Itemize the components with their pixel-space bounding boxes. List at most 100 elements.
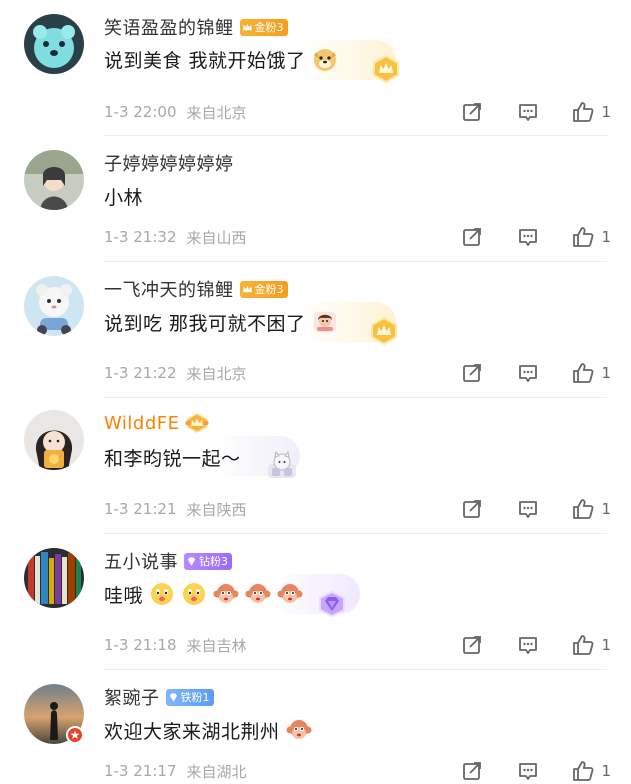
- username[interactable]: WilddFE: [104, 413, 179, 434]
- repost-button[interactable]: [459, 99, 485, 125]
- like-button[interactable]: 1: [571, 361, 611, 385]
- comment-icon: [519, 501, 538, 518]
- comment-button[interactable]: [515, 496, 541, 522]
- comment-location: 来自湖北: [186, 762, 247, 781]
- comment-item: 五小说事 钻粉3 哇哦 1-3 21:18 来自吉林 1: [0, 534, 631, 670]
- comment-time: 1-3 21:21: [104, 500, 177, 518]
- username[interactable]: 子婷婷婷婷婷婷: [104, 150, 234, 176]
- comment-time: 1-3 21:18: [104, 636, 177, 654]
- fan-badge-label: 金粉3: [254, 20, 284, 34]
- like-count: 1: [601, 364, 611, 382]
- crown-medal-icon: [373, 54, 399, 84]
- comment-time: 1-3 21:22: [104, 364, 177, 382]
- comment-text: 和李昀锐一起～: [104, 447, 241, 470]
- repost-icon: [463, 762, 482, 780]
- comment-list: 笑语盈盈的锦鲤 金粉3 说到美食 我就开始饿了 1-3 22:00 来自北京 1: [0, 0, 631, 784]
- thumbs-up-icon: [573, 761, 594, 781]
- cat-sticker-icon: [268, 450, 296, 478]
- avatar[interactable]: [24, 684, 84, 744]
- like-count: 1: [601, 636, 611, 654]
- crown-icon: [242, 285, 252, 292]
- comment-icon: [519, 365, 538, 382]
- diamond-icon: [169, 692, 177, 702]
- doge-emoji: [313, 49, 336, 71]
- like-button[interactable]: 1: [571, 497, 611, 521]
- monkey-emoji: [286, 720, 312, 739]
- thumbs-up-icon: [573, 102, 594, 122]
- comment-time: 1-3 21:17: [104, 762, 177, 780]
- thumbs-up-icon: [573, 227, 594, 247]
- avatar[interactable]: [24, 14, 84, 74]
- like-count: 1: [601, 103, 611, 121]
- avatar[interactable]: [24, 150, 84, 210]
- fan-badge[interactable]: 钻粉3: [184, 552, 232, 570]
- vip-crown-badge-icon[interactable]: [185, 412, 209, 434]
- like-count: 1: [601, 762, 611, 780]
- like-button[interactable]: 1: [571, 225, 611, 249]
- sticker-emoji: [313, 312, 336, 332]
- fan-badge-label: 钻粉3: [199, 554, 228, 568]
- comment-location: 来自陕西: [186, 500, 247, 519]
- comment-time: 1-3 22:00: [104, 103, 177, 121]
- comment-button[interactable]: [515, 632, 541, 658]
- crown-icon: [242, 23, 252, 30]
- repost-icon: [463, 103, 482, 121]
- monkey-emoji: [245, 584, 271, 603]
- username[interactable]: 五小说事: [104, 548, 178, 574]
- repost-button[interactable]: [459, 224, 485, 250]
- repost-icon: [463, 636, 482, 654]
- drool-emoji: [151, 583, 174, 605]
- monkey-emoji: [277, 584, 303, 603]
- like-count: 1: [601, 500, 611, 518]
- username[interactable]: 絮豌子: [104, 684, 160, 710]
- comment-button[interactable]: [515, 758, 541, 784]
- thumbs-up-icon: [573, 635, 594, 655]
- fan-badge[interactable]: 金粉3: [239, 280, 288, 298]
- username[interactable]: 笑语盈盈的锦鲤: [104, 14, 234, 40]
- diamond-medal-icon: [319, 590, 345, 618]
- avatar[interactable]: [24, 410, 84, 470]
- comment-location: 来自吉林: [186, 636, 247, 655]
- like-button[interactable]: 1: [571, 759, 611, 783]
- fan-badge[interactable]: 铁粉1: [165, 688, 214, 706]
- repost-icon: [463, 228, 482, 246]
- comment-item: WilddFE 和李昀锐一起～ 1-3 21:21 来自陕西 1: [0, 398, 631, 534]
- comment-location: 来自山西: [186, 228, 247, 247]
- like-button[interactable]: 1: [571, 100, 611, 124]
- fan-badge-label: 金粉3: [254, 282, 284, 296]
- comment-icon: [519, 763, 538, 780]
- comment-text: 说到美食 我就开始饿了: [104, 49, 306, 72]
- repost-button[interactable]: [459, 632, 485, 658]
- comment-text: 欢迎大家来湖北荆州: [104, 720, 280, 743]
- repost-icon: [463, 500, 482, 518]
- comment-icon: [519, 229, 538, 246]
- avatar[interactable]: [24, 548, 84, 608]
- diamond-icon: [187, 556, 196, 566]
- fan-badge[interactable]: 金粉3: [239, 18, 288, 36]
- comment-text: 小林: [104, 186, 144, 209]
- repost-icon: [463, 364, 482, 382]
- comment-text: 哇哦: [104, 584, 144, 607]
- comment-button[interactable]: [515, 99, 541, 125]
- repost-button[interactable]: [459, 758, 485, 784]
- comment-item: 絮豌子 铁粉1 欢迎大家来湖北荆州 1-3 21:17 来自湖北 1: [0, 670, 631, 784]
- monkey-emoji: [213, 584, 239, 603]
- comment-item: 子婷婷婷婷婷婷 小林 1-3 21:32 来自山西 1: [0, 136, 631, 262]
- thumbs-up-icon: [573, 499, 594, 519]
- fan-badge-label: 铁粉1: [180, 690, 210, 704]
- comment-location: 来自北京: [186, 103, 247, 122]
- like-button[interactable]: 1: [571, 633, 611, 657]
- comment-text: 说到吃 那我可就不困了: [104, 312, 306, 335]
- avatar[interactable]: [24, 276, 84, 336]
- comment-button[interactable]: [515, 360, 541, 386]
- username[interactable]: 一飞冲天的锦鲤: [104, 276, 234, 302]
- comment-button[interactable]: [515, 224, 541, 250]
- comment-icon: [519, 637, 538, 654]
- comment-icon: [519, 104, 538, 121]
- verified-badge-icon: [66, 726, 84, 744]
- like-count: 1: [601, 228, 611, 246]
- comment-location: 来自北京: [186, 364, 247, 383]
- repost-button[interactable]: [459, 360, 485, 386]
- repost-button[interactable]: [459, 496, 485, 522]
- crown-medal-icon: [371, 316, 397, 346]
